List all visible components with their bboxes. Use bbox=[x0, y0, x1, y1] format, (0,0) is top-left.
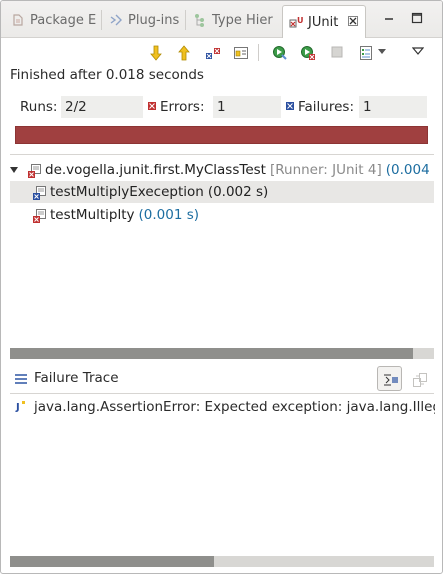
stop-button[interactable] bbox=[327, 42, 347, 62]
plugins-icon bbox=[109, 13, 123, 27]
errors-label: Errors: bbox=[160, 99, 205, 115]
scrollbar-thumb[interactable] bbox=[10, 556, 214, 567]
expand-arrow-icon[interactable] bbox=[9, 163, 23, 177]
tab-junit[interactable]: U JUnit bbox=[282, 5, 366, 38]
show-failures-only-icon bbox=[205, 45, 220, 59]
failure-trace-header: Failure Trace bbox=[1, 365, 442, 393]
test-time: (0.001 s) bbox=[138, 207, 200, 223]
svg-text:J: J bbox=[15, 402, 20, 413]
previous-failure-icon bbox=[177, 45, 191, 61]
test-progress-bar bbox=[15, 126, 428, 144]
filter-stack-icon bbox=[383, 372, 398, 386]
errors-value: 1 bbox=[213, 96, 281, 118]
tab-label: Plug-ins bbox=[128, 12, 180, 28]
test-time: (0.004 s) bbox=[385, 162, 434, 178]
tree-root-row[interactable]: de.vogella.junit.first.MyClassTest [Runn… bbox=[9, 159, 434, 181]
trace-message: java.lang.AssertionError: Expected excep… bbox=[34, 399, 435, 415]
filter-stack-trace-button[interactable] bbox=[377, 366, 402, 391]
status-message: Finished after 0.018 seconds bbox=[10, 67, 204, 83]
test-class-name: de.vogella.junit.first.MyClassTest bbox=[45, 162, 266, 178]
runs-label: Runs: bbox=[20, 99, 58, 115]
toolbar-separator bbox=[258, 44, 259, 61]
rerun-failed-first-button[interactable] bbox=[297, 42, 317, 62]
trace-entry[interactable]: J java.lang.AssertionError: Expected exc… bbox=[15, 399, 435, 415]
scroll-lock-icon bbox=[233, 45, 248, 59]
test-suite-error-icon bbox=[27, 163, 41, 178]
error-icon bbox=[147, 100, 161, 114]
previous-failure-button[interactable] bbox=[174, 42, 194, 62]
view-menu-button[interactable] bbox=[409, 42, 429, 62]
test-error-icon bbox=[32, 208, 46, 223]
close-icon[interactable] bbox=[347, 15, 361, 29]
stop-icon bbox=[330, 45, 344, 59]
failure-trace-title: Failure Trace bbox=[34, 370, 119, 386]
stack-trace-icon bbox=[14, 372, 28, 386]
divider bbox=[10, 393, 434, 394]
counter-panel: Runs: 2/2 Errors: 1 Failures: 1 bbox=[1, 96, 442, 118]
tab-label: Package E bbox=[30, 12, 97, 28]
runner-label: [Runner: JUnit 4] bbox=[269, 162, 382, 178]
compare-result-button[interactable] bbox=[409, 369, 429, 389]
junit-icon: U bbox=[289, 15, 304, 29]
tab-plugins[interactable]: Plug-ins bbox=[103, 6, 183, 34]
failures-value: 1 bbox=[359, 96, 427, 118]
tree-child-row[interactable]: testMultiplyExeception (0.002 s) bbox=[10, 181, 434, 203]
junit-view: Package E Plug-ins Type Hier U JUnit Fin… bbox=[0, 0, 443, 574]
dropdown-arrow-icon bbox=[377, 45, 391, 59]
runs-value: 2/2 bbox=[61, 96, 143, 118]
exception-icon: J bbox=[15, 400, 29, 414]
tab-package-explorer[interactable]: Package E bbox=[5, 6, 99, 34]
tab-label: JUnit bbox=[308, 14, 339, 30]
tab-separator bbox=[185, 10, 186, 30]
tree-child-row[interactable]: testMultiplty (0.001 s) bbox=[10, 204, 434, 226]
scrollbar-thumb[interactable] bbox=[10, 348, 413, 359]
test-failure-icon bbox=[32, 185, 46, 200]
divider bbox=[10, 154, 434, 155]
rerun-test-button[interactable] bbox=[269, 42, 289, 62]
maximize-icon[interactable] bbox=[410, 11, 424, 25]
compare-icon bbox=[412, 372, 427, 387]
tab-type-hierarchy[interactable]: Type Hier bbox=[187, 6, 279, 34]
tab-separator bbox=[101, 10, 102, 30]
minimize-icon[interactable] bbox=[382, 11, 396, 25]
test-run-history-button[interactable] bbox=[355, 42, 375, 62]
type-hierarchy-icon bbox=[193, 13, 207, 27]
test-run-history-icon bbox=[358, 45, 372, 60]
failure-icon bbox=[285, 100, 299, 114]
scroll-lock-button[interactable] bbox=[230, 42, 250, 62]
test-method-name: testMultiplyExeception bbox=[50, 184, 204, 200]
svg-text:U: U bbox=[297, 16, 303, 25]
tree-horizontal-scrollbar[interactable] bbox=[10, 348, 434, 359]
failures-label: Failures: bbox=[298, 99, 354, 115]
show-failures-only-button[interactable] bbox=[202, 42, 222, 62]
next-failure-icon bbox=[149, 45, 163, 61]
next-failure-button[interactable] bbox=[146, 42, 166, 62]
trace-horizontal-scrollbar[interactable] bbox=[10, 556, 434, 567]
tab-label: Type Hier bbox=[212, 12, 273, 28]
history-dropdown-button[interactable] bbox=[377, 42, 391, 62]
package-explorer-icon bbox=[11, 13, 25, 27]
rerun-test-icon bbox=[272, 45, 287, 60]
test-time: (0.002 s) bbox=[207, 184, 269, 200]
view-tab-bar: Package E Plug-ins Type Hier U JUnit bbox=[1, 1, 442, 38]
view-menu-icon bbox=[411, 45, 426, 59]
test-method-name: testMultiplty bbox=[50, 207, 135, 223]
rerun-failed-first-icon bbox=[300, 45, 315, 60]
